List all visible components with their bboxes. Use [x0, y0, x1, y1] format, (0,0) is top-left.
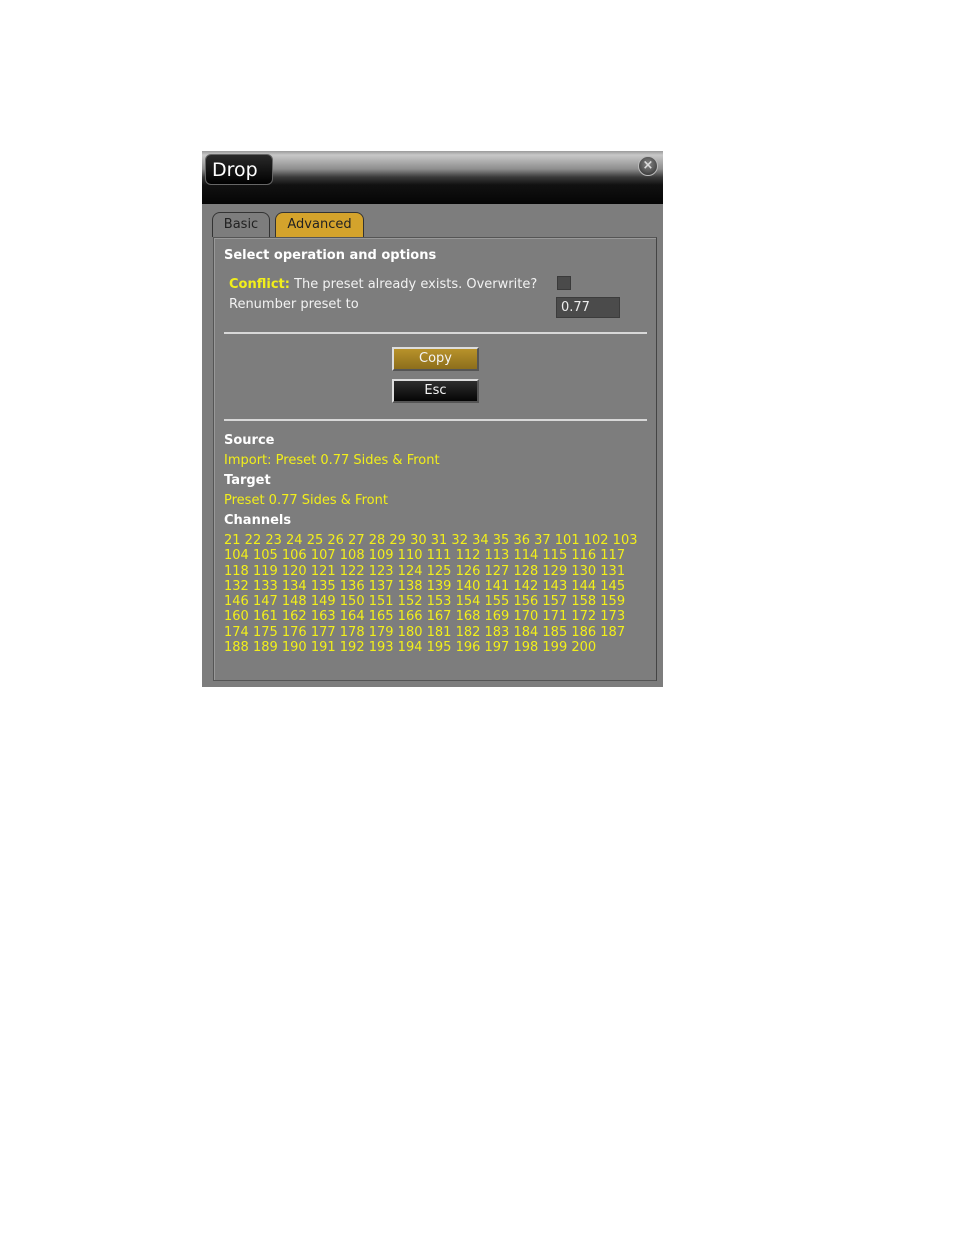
source-value: Import: Preset 0.77 Sides & Front	[224, 453, 440, 468]
conflict-row: Conflict: The preset already exists. Ove…	[229, 277, 537, 292]
channels-list: 21 22 23 24 25 26 27 28 29 30 31 32 34 3…	[224, 533, 638, 656]
tab-advanced[interactable]: Advanced	[275, 212, 364, 237]
renumber-label: Renumber preset to	[229, 297, 359, 312]
conflict-label: Conflict:	[229, 277, 290, 292]
drop-dialog: Drop × Basic Advanced Select operation a…	[202, 151, 663, 687]
divider	[224, 332, 647, 334]
conflict-text: The preset already exists. Overwrite?	[294, 277, 538, 292]
source-label: Source	[224, 433, 275, 448]
divider	[224, 419, 647, 421]
options-heading: Select operation and options	[224, 248, 437, 263]
renumber-input[interactable]: 0.77	[556, 297, 620, 318]
tab-basic[interactable]: Basic	[212, 212, 270, 237]
dialog-title: Drop	[205, 154, 273, 185]
esc-button[interactable]: Esc	[392, 379, 479, 403]
target-label: Target	[224, 473, 271, 488]
channels-label: Channels	[224, 513, 292, 528]
target-value: Preset 0.77 Sides & Front	[224, 493, 388, 508]
title-bar[interactable]: Drop ×	[202, 151, 663, 204]
copy-button[interactable]: Copy	[392, 347, 479, 371]
overwrite-checkbox[interactable]	[557, 276, 571, 290]
close-icon[interactable]: ×	[638, 156, 658, 176]
